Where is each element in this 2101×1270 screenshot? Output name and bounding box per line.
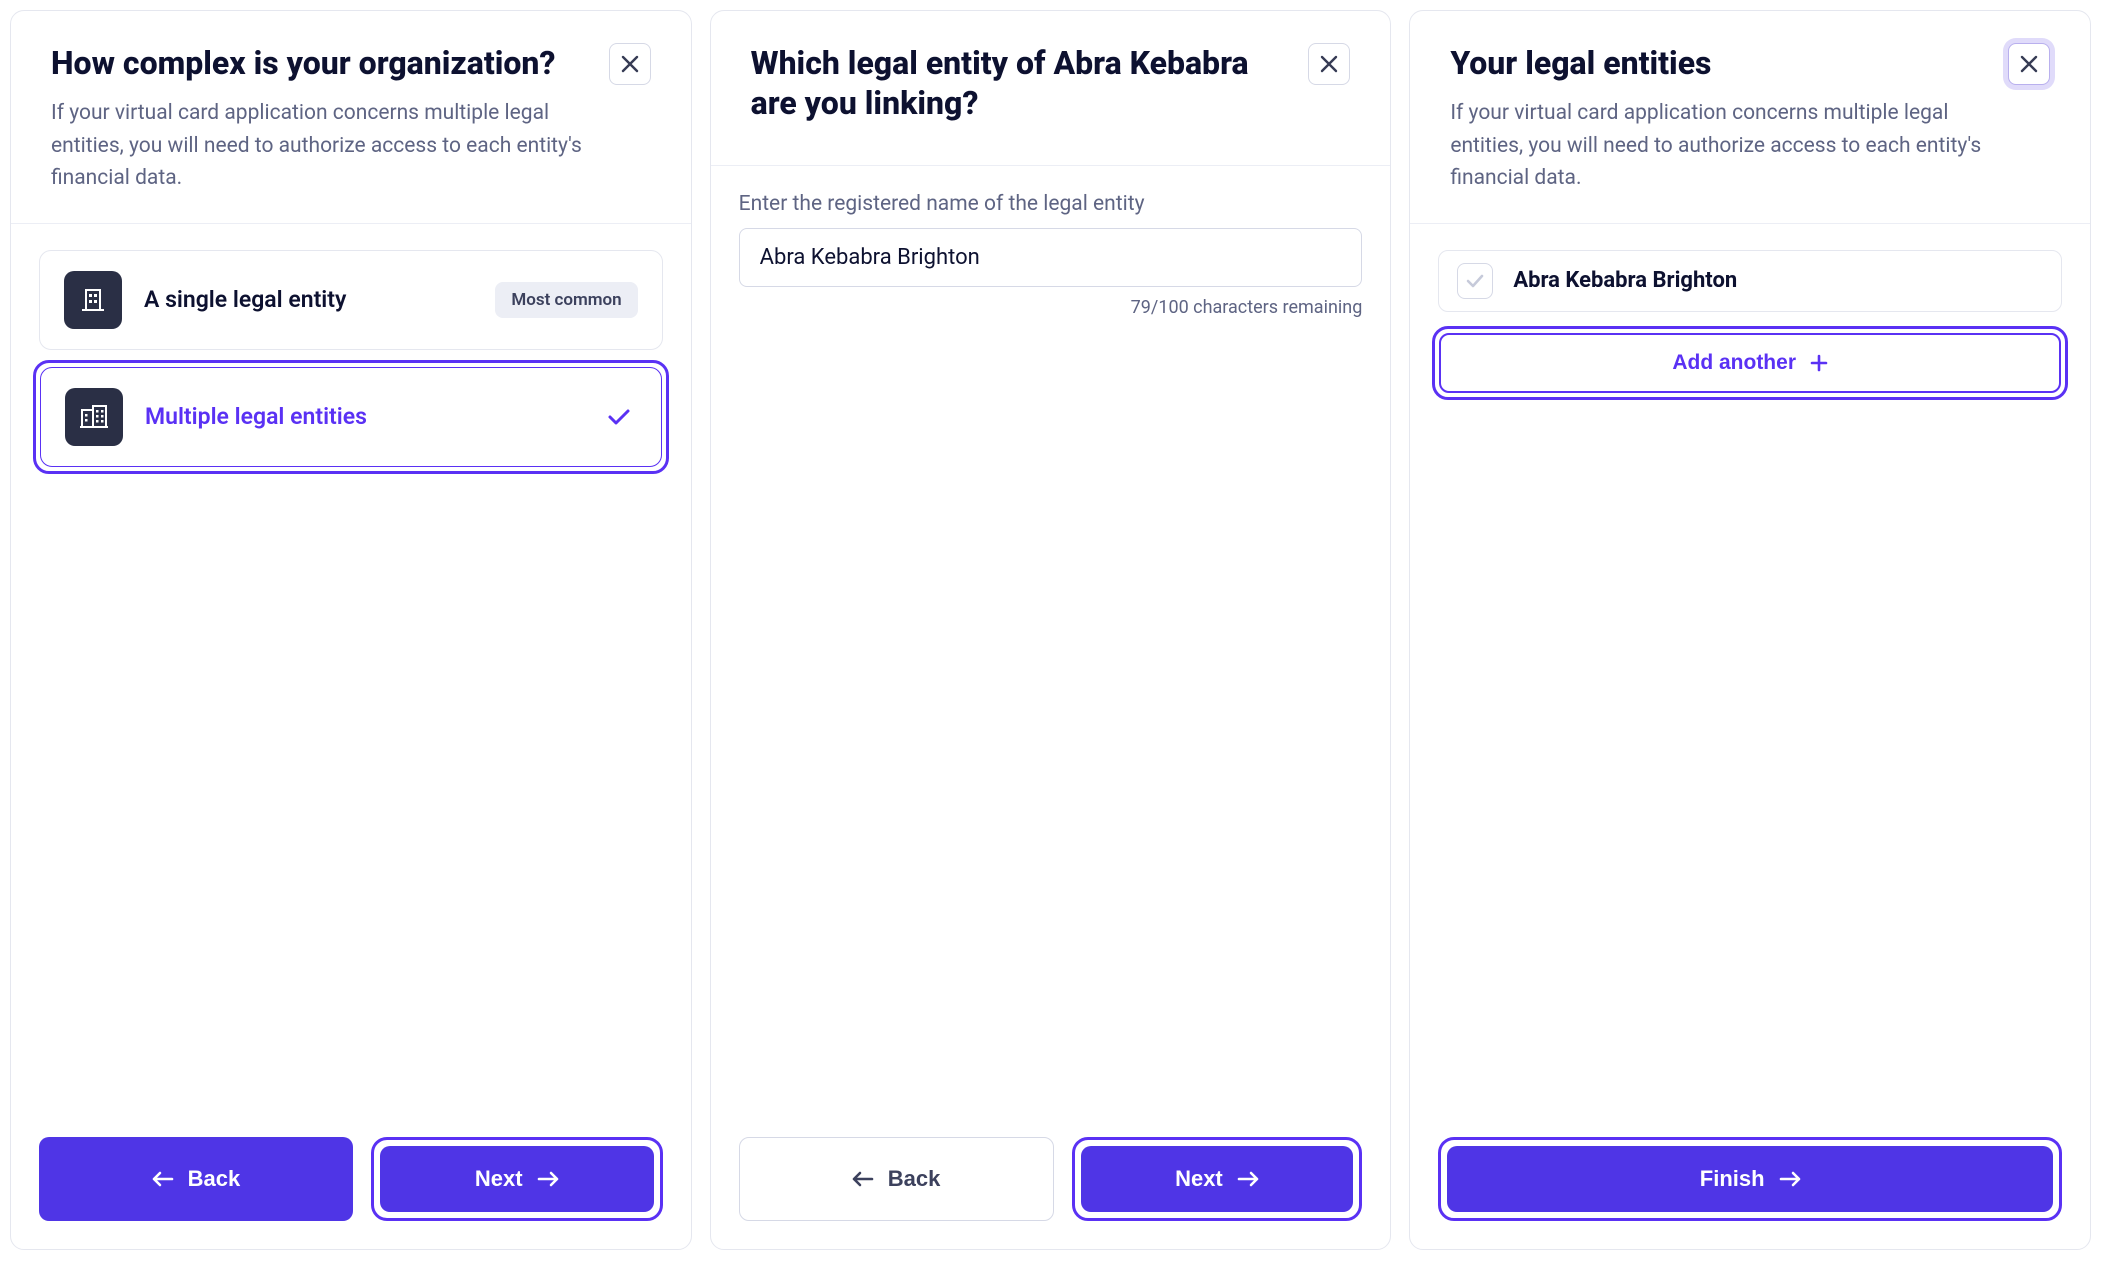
entity-name: Abra Kebabra Brighton [1513,268,1737,293]
next-label: Next [1175,1166,1223,1192]
back-button[interactable]: Back [739,1137,1054,1221]
arrow-left-icon [152,1171,174,1187]
add-label: Add another [1672,351,1796,375]
field-label: Enter the registered name of the legal e… [739,192,1363,216]
highlight-add-another: Add another [1432,326,2068,400]
building-single-icon [64,271,122,329]
option-label: Multiple legal entities [145,403,585,430]
highlight-multiple-entities: Multiple legal entities [33,360,669,474]
close-button[interactable] [609,43,651,85]
option-single-entity[interactable]: A single legal entity Most common [39,250,663,350]
back-button[interactable]: Back [39,1137,353,1221]
checkbox-icon[interactable] [1457,263,1493,299]
panel-org-complexity: How complex is your organization? If you… [10,10,692,1250]
char-counter: 79/100 characters remaining [739,297,1363,318]
highlight-next: Next [371,1137,663,1221]
option-label: A single legal entity [144,286,473,313]
arrow-left-icon [852,1171,874,1187]
arrow-right-icon [537,1171,559,1187]
entity-name-input[interactable] [739,228,1363,287]
most-common-badge: Most common [495,282,637,318]
close-button[interactable] [1308,43,1350,85]
next-button[interactable]: Next [380,1146,654,1212]
panel-subtitle: If your virtual card application concern… [51,97,591,195]
arrow-right-icon [1779,1171,1801,1187]
highlight-finish: Finish [1438,1137,2062,1221]
entity-list-item[interactable]: Abra Kebabra Brighton [1438,250,2062,312]
highlight-next: Next [1072,1137,1363,1221]
panel-subtitle: If your virtual card application concern… [1450,97,1990,195]
panel-your-entities: Your legal entities If your virtual card… [1409,10,2091,1250]
close-icon [621,55,639,73]
panel-header: How complex is your organization? If you… [11,11,691,223]
panel-header: Which legal entity of Abra Kebabra are y… [711,11,1391,165]
arrow-right-icon [1237,1171,1259,1187]
check-icon [607,407,631,427]
panel-title: Which legal entity of Abra Kebabra are y… [751,43,1291,123]
panel-title: Your legal entities [1450,43,1990,83]
next-label: Next [475,1166,523,1192]
panel-title: How complex is your organization? [51,43,591,83]
back-label: Back [188,1166,241,1192]
panel-header: Your legal entities If your virtual card… [1410,11,2090,223]
plus-icon [1810,354,1828,372]
close-icon [2020,55,2038,73]
finish-label: Finish [1700,1166,1765,1192]
close-icon [1320,55,1338,73]
finish-button[interactable]: Finish [1447,1146,2053,1212]
next-button[interactable]: Next [1081,1146,1354,1212]
close-button[interactable] [2008,43,2050,85]
building-multiple-icon [65,388,123,446]
option-multiple-entities[interactable]: Multiple legal entities [40,367,662,467]
panel-link-entity: Which legal entity of Abra Kebabra are y… [710,10,1392,1250]
add-another-button[interactable]: Add another [1439,333,2061,393]
back-label: Back [888,1166,941,1192]
